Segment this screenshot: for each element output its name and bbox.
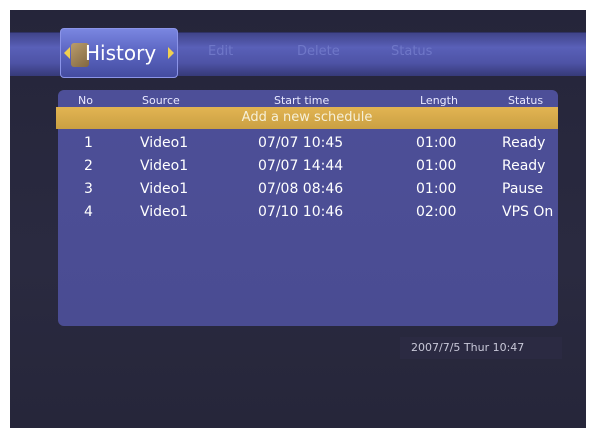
cell-no: 4: [84, 204, 93, 220]
cell-no: 1: [84, 135, 93, 151]
cell-start-time: 07/07 14:44: [258, 158, 344, 174]
cell-source: Video1: [140, 135, 189, 151]
cell-status: Ready: [502, 135, 546, 151]
table-row[interactable]: 1 Video1 07/07 10:45 01:00 Ready: [58, 135, 558, 158]
cell-no: 3: [84, 181, 93, 197]
column-header-status: Status: [508, 94, 544, 107]
left-arrow-icon[interactable]: [64, 47, 70, 59]
table-row[interactable]: 2 Video1 07/07 14:44 01:00 Ready: [58, 158, 558, 181]
datetime-label: 2007/7/5 Thur 10:47: [411, 341, 525, 354]
tab-edit[interactable]: Edit: [208, 44, 233, 59]
tab-delete[interactable]: Delete: [297, 44, 340, 59]
cell-start-time: 07/07 10:45: [258, 135, 344, 151]
cell-status: Ready: [502, 158, 546, 174]
cell-start-time: 07/10 10:46: [258, 204, 344, 220]
cell-length: 01:00: [416, 158, 457, 174]
cell-no: 2: [84, 158, 93, 174]
status-clock: 2007/7/5 Thur 10:47: [400, 337, 562, 359]
cell-status: Pause: [502, 181, 544, 197]
cell-source: Video1: [140, 158, 189, 174]
tab-status[interactable]: Status: [391, 44, 432, 59]
screen: History Edit Delete Status No Source Sta…: [10, 10, 586, 428]
cell-status: VPS On: [502, 204, 554, 220]
column-header-start-time: Start time: [274, 94, 330, 107]
tab-history[interactable]: History: [60, 28, 178, 78]
cell-length: 02:00: [416, 204, 457, 220]
table-row[interactable]: 3 Video1 07/08 08:46 01:00 Pause: [58, 181, 558, 204]
add-schedule-button[interactable]: Add a new schedule: [56, 107, 558, 129]
column-header-no: No: [78, 94, 93, 107]
cell-source: Video1: [140, 181, 189, 197]
add-schedule-label: Add a new schedule: [241, 110, 373, 125]
table-row[interactable]: 4 Video1 07/10 10:46 02:00 VPS On: [58, 204, 558, 227]
cell-source: Video1: [140, 204, 189, 220]
tab-history-label: History: [85, 41, 157, 65]
cell-length: 01:00: [416, 181, 457, 197]
schedule-table: No Source Start time Length Status Add a…: [56, 90, 558, 326]
column-header-source: Source: [142, 94, 180, 107]
right-arrow-icon[interactable]: [168, 47, 174, 59]
cell-length: 01:00: [416, 135, 457, 151]
column-header-length: Length: [420, 94, 458, 107]
cell-start-time: 07/08 08:46: [258, 181, 344, 197]
